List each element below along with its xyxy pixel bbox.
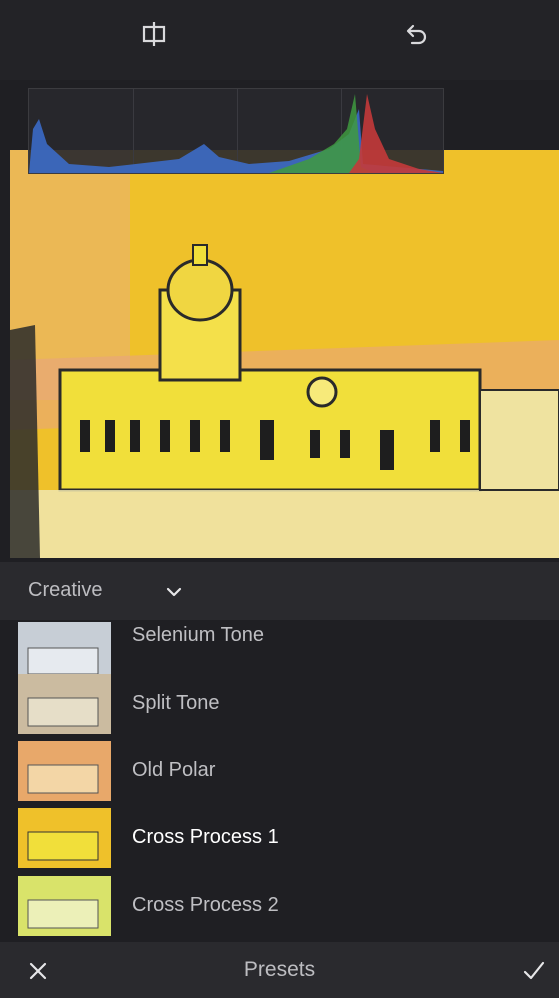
preset-label: Cross Process 2 bbox=[132, 894, 279, 916]
chevron-down-icon bbox=[164, 582, 184, 602]
preset-label: Split Tone bbox=[132, 692, 220, 714]
preset-thumbnail bbox=[18, 876, 111, 936]
preset-item-cross-process-1[interactable]: Cross Process 1 bbox=[0, 804, 559, 872]
preset-label: Selenium Tone bbox=[132, 624, 264, 646]
checkmark-icon[interactable] bbox=[520, 957, 548, 985]
top-toolbar bbox=[0, 0, 559, 80]
bottom-bar: Presets bbox=[0, 942, 559, 998]
preset-thumbnail bbox=[18, 808, 111, 868]
preset-label: Cross Process 1 bbox=[132, 826, 279, 848]
category-label: Creative bbox=[28, 579, 103, 601]
preset-item-split-tone[interactable]: Split Tone bbox=[0, 670, 559, 738]
preset-thumbnail bbox=[18, 741, 111, 801]
preset-thumbnail bbox=[18, 674, 111, 734]
preset-list: Selenium Tone Split Tone Old Polar Cross… bbox=[0, 620, 559, 942]
preset-item-cross-process-2[interactable]: Cross Process 2 bbox=[0, 872, 559, 940]
undo-icon[interactable] bbox=[400, 18, 432, 50]
preset-label: Old Polar bbox=[132, 759, 216, 781]
split-view-icon[interactable] bbox=[138, 18, 170, 50]
panel-title: Presets bbox=[243, 958, 316, 981]
histogram bbox=[28, 88, 444, 174]
preset-item-old-polar[interactable]: Old Polar bbox=[0, 737, 559, 805]
category-dropdown[interactable]: Creative bbox=[0, 562, 559, 620]
photo-preview bbox=[10, 150, 559, 558]
